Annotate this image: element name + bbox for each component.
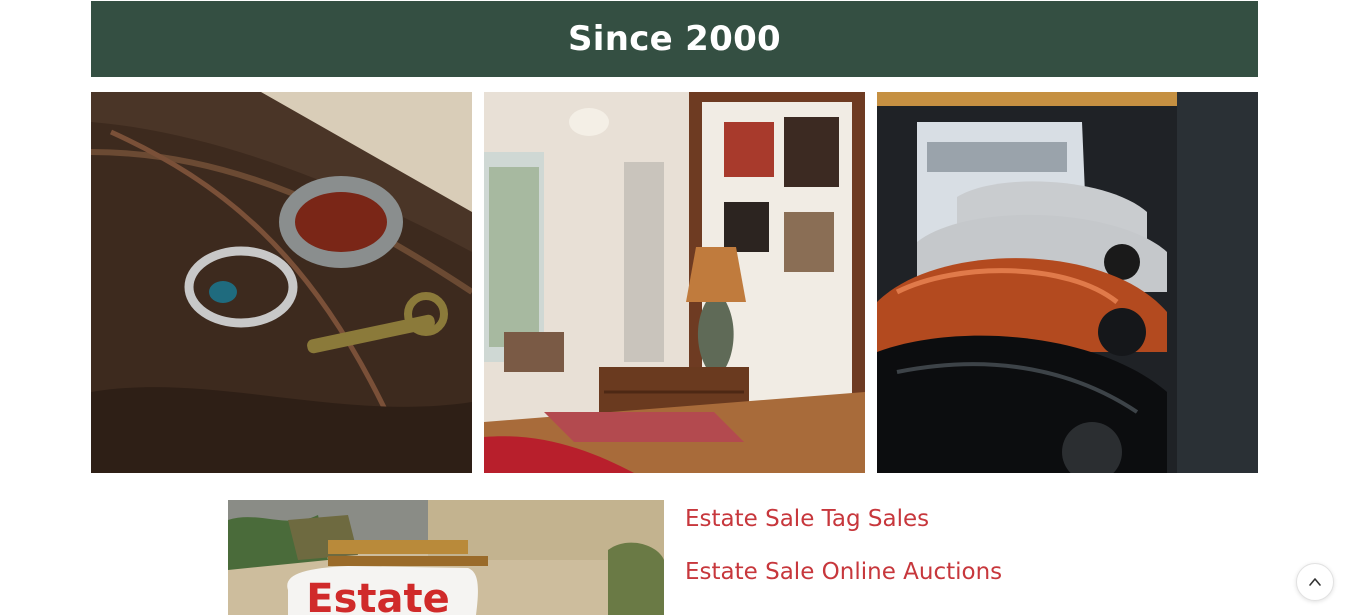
- chevron-up-icon: [1309, 578, 1321, 586]
- estate-sign-photo: Estate: [228, 500, 664, 615]
- since-banner: Since 2000: [91, 1, 1258, 77]
- rings-and-key-photo: [91, 92, 472, 473]
- estate-sale-tag-sales-link[interactable]: Estate Sale Tag Sales: [685, 503, 1002, 535]
- vintage-living-room-photo: [484, 92, 865, 473]
- estate-sale-links: Estate Sale Tag Sales Estate Sale Online…: [685, 503, 1002, 609]
- banner-title: Since 2000: [567, 19, 782, 59]
- scroll-to-top-button[interactable]: [1296, 563, 1334, 601]
- estate-sign-text: Estate: [306, 576, 450, 615]
- estate-sale-online-auctions-link[interactable]: Estate Sale Online Auctions: [685, 556, 1002, 588]
- sports-cars-garage-photo: [877, 92, 1258, 473]
